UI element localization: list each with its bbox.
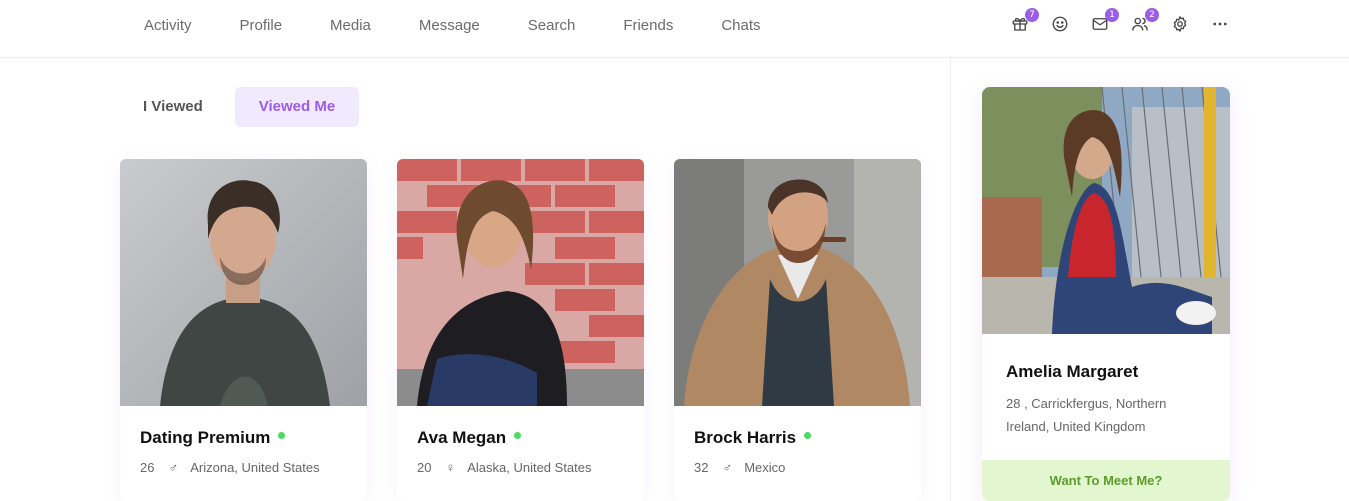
top-navigation: Activity Profile Media Message Search Fr… <box>0 0 1349 58</box>
profile-photo[interactable] <box>397 159 644 406</box>
profile-photo[interactable] <box>674 159 921 406</box>
friends-button[interactable]: 2 <box>1129 8 1159 35</box>
toggle-viewed-me[interactable]: Viewed Me <box>234 87 360 127</box>
online-status-dot <box>278 431 286 439</box>
gear-icon <box>1173 16 1187 32</box>
profile-age: 20 <box>417 460 432 475</box>
profile-card[interactable]: Brock Harris 32 ♂ Mexico <box>674 159 921 501</box>
tab-activity[interactable]: Activity <box>144 17 192 34</box>
profile-name-text: Dating Premium <box>140 428 271 447</box>
male-icon: ♂ <box>168 460 179 475</box>
profile-location: Arizona, United States <box>190 460 320 475</box>
more-icon <box>1213 22 1227 26</box>
online-status-dot <box>514 431 522 439</box>
mail-badge: 1 <box>1105 8 1119 22</box>
profile-age: 26 <box>140 460 155 475</box>
featured-location-line-1: 28 , Carrickfergus, Northern <box>1006 396 1167 411</box>
tab-search[interactable]: Search <box>528 17 576 34</box>
tab-chats[interactable]: Chats <box>721 17 760 34</box>
featured-profile-photo[interactable] <box>982 87 1230 334</box>
profile-meta: 26 ♂ Arizona, United States <box>140 460 347 475</box>
male-icon: ♂ <box>722 460 733 475</box>
profile-card[interactable]: Dating Premium 26 ♂ Arizona, United Stat… <box>120 159 367 501</box>
profile-location: Mexico <box>744 460 786 475</box>
featured-profile-location: 28 , Carrickfergus, Northern Ireland, Un… <box>1006 392 1206 438</box>
nav-icons: 7 1 2 <box>1009 8 1249 35</box>
want-to-meet-button[interactable]: Want To Meet Me? <box>982 460 1230 501</box>
profile-name[interactable]: Ava Megan <box>417 428 624 448</box>
mail-button[interactable]: 1 <box>1089 8 1119 35</box>
profile-meta: 32 ♂ Mexico <box>694 460 901 475</box>
profile-name[interactable]: Dating Premium <box>140 428 347 448</box>
online-status-dot <box>804 431 812 439</box>
settings-button[interactable] <box>1169 13 1191 35</box>
more-button[interactable] <box>1209 13 1231 35</box>
profile-name-text: Brock Harris <box>694 428 797 447</box>
gift-button[interactable]: 7 <box>1009 8 1039 35</box>
tab-media[interactable]: Media <box>330 17 371 34</box>
featured-profile-card[interactable]: Amelia Margaret 28 , Carrickfergus, Nort… <box>982 87 1230 501</box>
profile-meta: 20 ♀ Alaska, United States <box>417 460 624 475</box>
column-divider <box>950 58 951 501</box>
view-toggle: I Viewed Viewed Me <box>120 87 360 127</box>
featured-location-line-2: Ireland, United Kingdom <box>1006 419 1146 434</box>
profile-age: 32 <box>694 460 709 475</box>
tab-profile[interactable]: Profile <box>240 17 283 34</box>
female-icon: ♀ <box>445 460 456 475</box>
profile-name-text: Ava Megan <box>417 428 507 447</box>
tab-message[interactable]: Message <box>419 17 480 34</box>
toggle-i-viewed[interactable]: I Viewed <box>120 87 226 127</box>
emoji-button[interactable] <box>1049 13 1071 35</box>
profile-card[interactable]: Ava Megan 20 ♀ Alaska, United States <box>397 159 644 501</box>
friends-badge: 2 <box>1145 8 1159 22</box>
profile-location: Alaska, United States <box>467 460 592 475</box>
gift-badge: 7 <box>1025 8 1039 22</box>
tab-friends[interactable]: Friends <box>623 17 673 34</box>
featured-profile-name[interactable]: Amelia Margaret <box>1006 362 1206 382</box>
nav-tabs: Activity Profile Media Message Search Fr… <box>144 17 809 34</box>
smiley-icon <box>1052 16 1068 32</box>
profile-name[interactable]: Brock Harris <box>694 428 901 448</box>
profile-photo[interactable] <box>120 159 367 406</box>
